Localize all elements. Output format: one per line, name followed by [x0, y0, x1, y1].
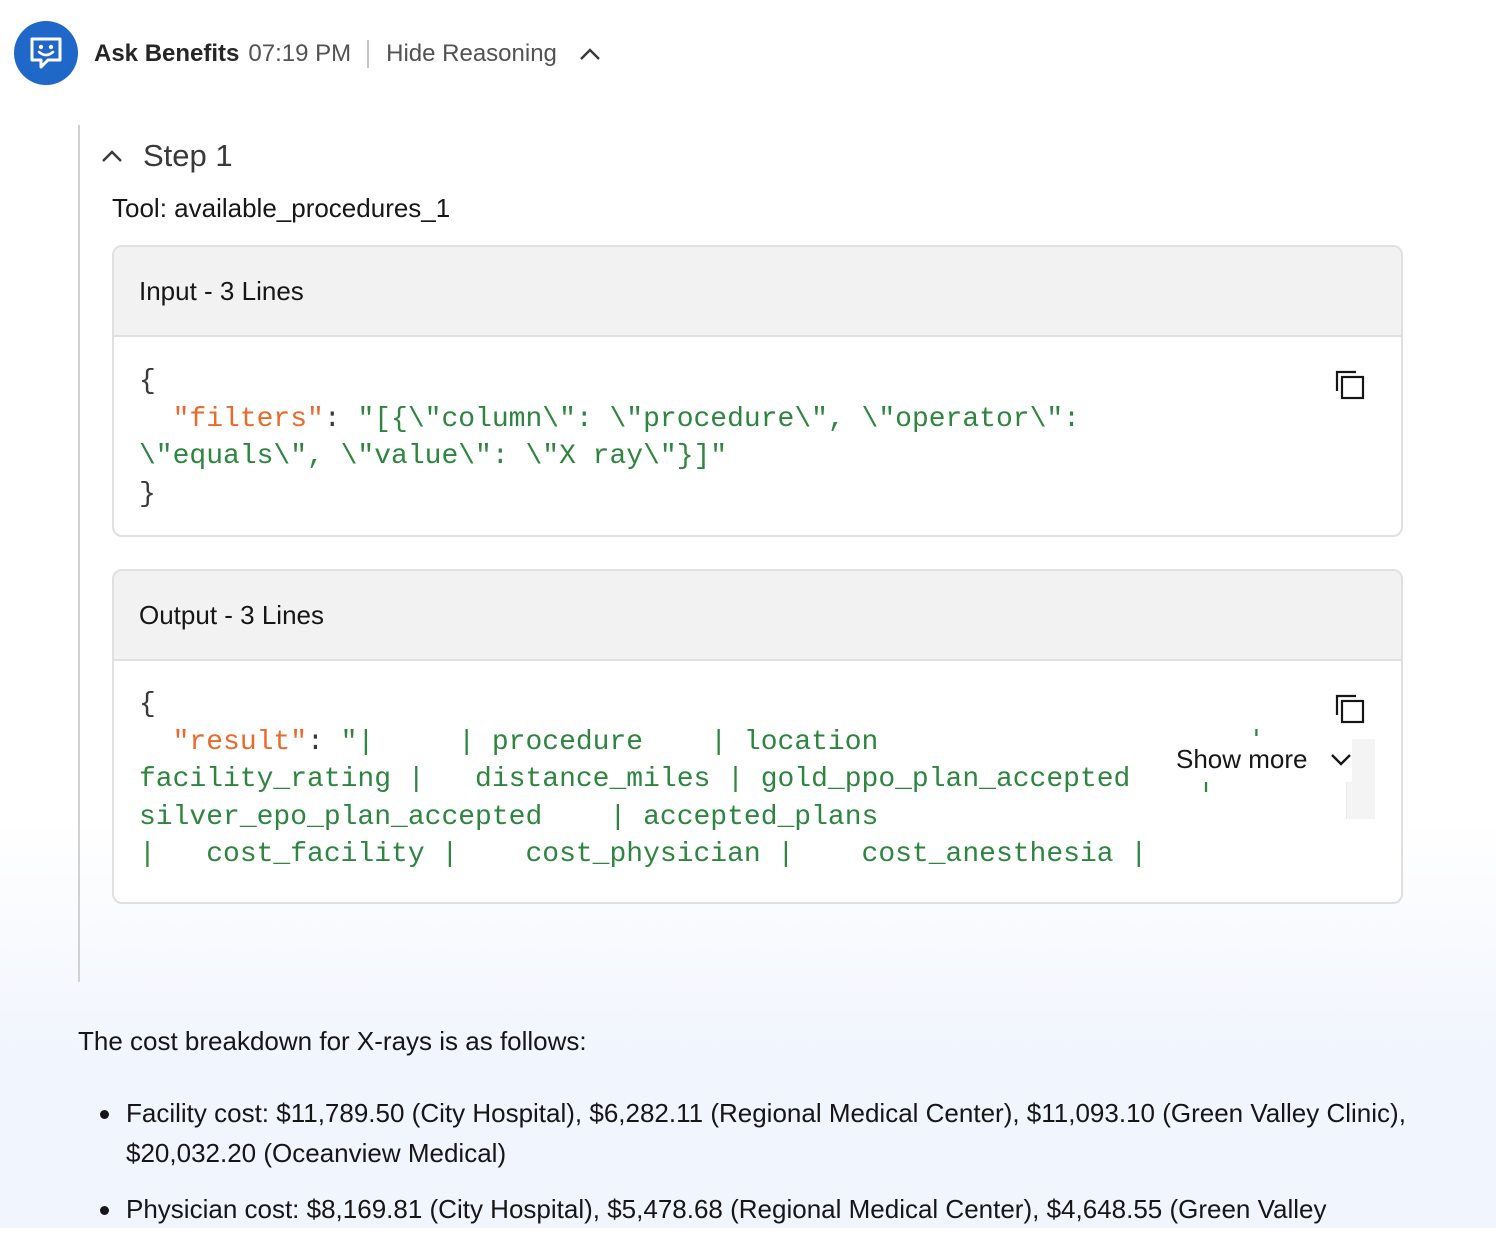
list-item: Physician cost: $8,169.81 (City Hospital… — [78, 1189, 1496, 1229]
input-code-block: { "filters": "[{\"column\": \"procedure\… — [139, 363, 1080, 513]
chevron-down-icon — [1330, 754, 1351, 766]
input-panel: Input - 3 Lines { "filters": "[{\"column… — [112, 245, 1403, 537]
assistant-avatar — [14, 21, 78, 85]
copy-input-button[interactable] — [1334, 369, 1366, 406]
message-header: Ask Benefits 07:19 PM Hide Reasoning — [94, 36, 601, 72]
code-brace: { — [139, 689, 156, 720]
json-colon: : — [307, 726, 341, 758]
json-value-line: | cost_facility | cost_physician | cost_… — [139, 839, 1148, 870]
json-value-line: \"equals\", \"value\": \"X ray\"}]" — [139, 441, 728, 472]
answer-bullet-list: Facility cost: $11,789.50 (City Hospital… — [78, 1093, 1496, 1245]
show-more-label: Show more — [1176, 743, 1308, 774]
json-value-line: "| | procedure | location | — [340, 726, 1265, 758]
chevron-up-icon — [580, 48, 600, 60]
header-divider — [367, 40, 370, 68]
json-key: "filters" — [172, 403, 324, 435]
json-key: "result" — [172, 726, 308, 758]
assistant-name: Ask Benefits — [94, 40, 240, 67]
output-panel: Output - 3 Lines { "result": "| | proced… — [112, 569, 1403, 904]
tool-name: Tool: available_procedures_1 — [112, 193, 451, 223]
copy-icon — [1335, 694, 1365, 724]
message-timestamp: 07:19 PM — [248, 40, 352, 67]
json-value-line: silver_epo_plan_accepted | accepted_plan… — [139, 801, 879, 833]
copy-icon — [1335, 370, 1365, 400]
input-panel-title: Input - 3 Lines — [114, 247, 1401, 337]
copy-output-button[interactable] — [1334, 693, 1366, 730]
chat-bot-icon — [30, 37, 62, 69]
answer-intro: The cost breakdown for X-rays is as foll… — [78, 1026, 587, 1056]
hide-reasoning-label: Hide Reasoning — [386, 40, 557, 67]
json-colon: : — [323, 403, 358, 435]
code-brace: { — [139, 366, 156, 397]
show-more-button[interactable]: Show more — [1158, 736, 1352, 782]
chevron-up-icon — [102, 150, 122, 162]
json-value-line: facility_rating | distance_miles | gold_… — [139, 764, 1215, 795]
hide-reasoning-button[interactable]: Hide Reasoning — [386, 40, 601, 68]
output-panel-title: Output - 3 Lines — [114, 571, 1401, 661]
output-code-block: { "result": "| | procedure | location | … — [139, 686, 1265, 874]
code-brace: } — [139, 478, 156, 510]
reasoning-thread-line — [78, 125, 80, 982]
list-item: Facility cost: $11,789.50 (City Hospital… — [78, 1093, 1496, 1173]
step-title: Step 1 — [143, 138, 233, 173]
json-value-line: "[{\"column\": \"procedure\", \"operator… — [357, 403, 1080, 435]
step-toggle[interactable]: Step 1 — [100, 138, 233, 174]
